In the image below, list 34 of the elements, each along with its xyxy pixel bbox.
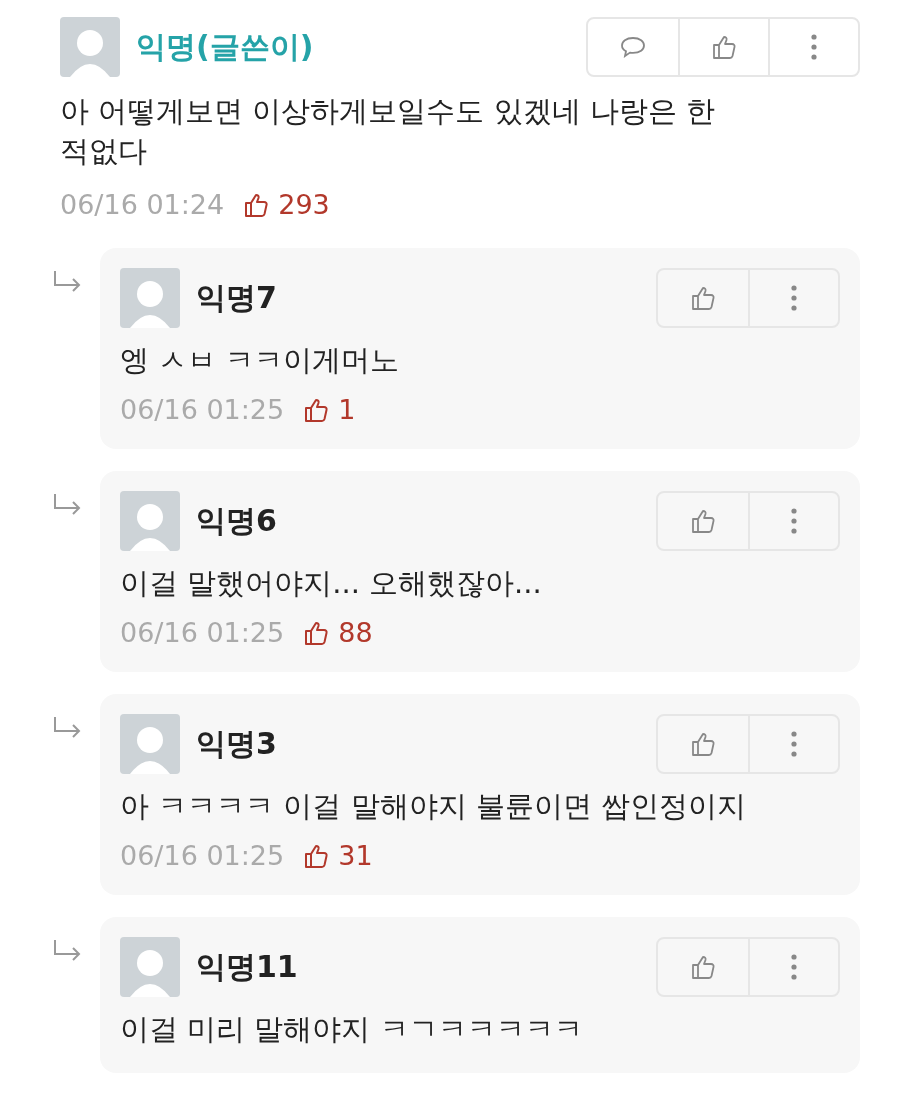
like-count: 88: [338, 617, 373, 648]
timestamp: 06/16 01:25: [120, 617, 285, 648]
thumbs-up-icon: [689, 284, 717, 312]
comment-text: 아 어떻게보면 이상하게보일수도 있겠네 나랑은 한적없다: [60, 93, 717, 170]
more-icon: [790, 953, 798, 981]
speech-bubble-icon: [619, 35, 647, 59]
author-name: 익명11: [196, 947, 299, 986]
author-name: 익명6: [196, 501, 278, 540]
more-icon: [790, 730, 798, 758]
author-name: 익명(글쓴이): [136, 27, 315, 66]
thumbs-up-icon: [710, 33, 738, 61]
timestamp: 06/16 01:25: [120, 840, 285, 871]
timestamp: 06/16 01:25: [120, 394, 285, 425]
more-icon: [790, 507, 798, 535]
avatar-icon: [120, 714, 180, 774]
reply-text: 아 ㅋㅋㅋㅋ 이걸 말해야지 불륜이면 쌉인정이지: [120, 788, 748, 825]
thumbs-up-icon: [689, 730, 717, 758]
reply-text: 이걸 말했어야지... 오해했잖아...: [120, 565, 543, 602]
more-icon: [810, 33, 818, 61]
like-count: 31: [338, 840, 373, 871]
like-count: 1: [338, 394, 356, 425]
more-icon: [790, 284, 798, 312]
reply-text: 이걸 미리 말해야지 ㅋㄱㅋㅋㅋㅋㅋ: [120, 1011, 584, 1048]
like-count: 293: [278, 189, 330, 220]
thumbs-up-icon: [689, 953, 717, 981]
author-name: 익명3: [196, 724, 278, 763]
timestamp: 06/16 01:24: [60, 189, 225, 220]
avatar-icon: [60, 17, 120, 77]
avatar-icon: [120, 937, 180, 997]
thumbs-up-icon: [689, 507, 717, 535]
avatar-icon: [120, 491, 180, 551]
reply-text: 엥 ㅅㅂ ㅋㅋ이게머노: [120, 342, 401, 379]
avatar-icon: [120, 268, 180, 328]
author-name: 익명7: [196, 278, 278, 317]
